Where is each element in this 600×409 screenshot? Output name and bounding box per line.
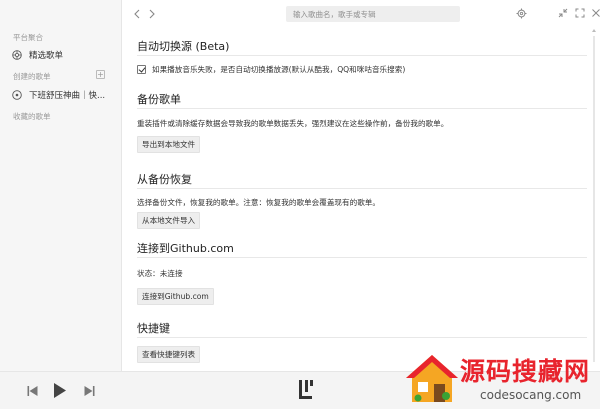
skip-previous-icon[interactable] — [27, 385, 38, 397]
scrollbar[interactable] — [591, 28, 597, 368]
github-title: 连接到Github.com — [137, 242, 234, 255]
add-playlist-button[interactable]: + — [96, 70, 105, 79]
backup-description: 重装插件或清除缓存数据会导致我的歌单数据丢失，强烈建议在这些操作前，备份我的歌单… — [137, 119, 449, 128]
divider — [137, 337, 587, 338]
chevron-left-icon[interactable] — [132, 8, 142, 20]
watermark: 源码搜藏网 codesocang.com — [402, 350, 600, 409]
restore-description: 选择备份文件，恢复我的歌单。注意：恢复我的歌单会覆盖现有的歌单。 — [137, 198, 380, 207]
gear-icon[interactable] — [516, 8, 527, 19]
sidebar-item-featured[interactable]: 精选歌单 — [12, 47, 115, 63]
settings-panel: 自动切换源 (Beta) 如果播放音乐失败，是否自动切换播放源(默认从酷我，QQ… — [137, 28, 587, 371]
shortcuts-button[interactable]: 查看快捷键列表 — [137, 346, 201, 363]
minimize-icon[interactable] — [558, 8, 568, 18]
github-connect-button[interactable]: 连接到Github.com — [137, 288, 214, 305]
divider — [137, 55, 587, 56]
auto-switch-row: 如果播放音乐失败，是否自动切换播放源(默认从酷我，QQ和咪咕音乐搜索) — [137, 64, 405, 75]
sidebar-item-featured-label: 精选歌单 — [29, 51, 64, 61]
fullscreen-icon[interactable] — [575, 8, 585, 18]
export-button[interactable]: 导出到本地文件 — [137, 136, 201, 153]
import-button[interactable]: 从本地文件导入 — [137, 212, 201, 229]
sidebar-section-platform: 平台聚合 — [13, 33, 43, 42]
app-logo-icon — [299, 380, 313, 399]
search-input[interactable] — [286, 6, 460, 22]
top-bar — [122, 0, 600, 28]
watermark-title: 源码搜藏网 — [460, 357, 591, 386]
shortcuts-title: 快捷键 — [137, 322, 170, 335]
restore-title: 从备份恢复 — [137, 173, 192, 186]
chevron-right-icon[interactable] — [147, 8, 157, 20]
divider — [137, 108, 587, 109]
backup-title: 备份歌单 — [137, 93, 181, 106]
sidebar-section-created: 创建的歌单 — [13, 72, 51, 81]
auto-switch-title: 自动切换源 (Beta) — [137, 40, 230, 53]
play-icon[interactable] — [53, 382, 67, 399]
aperture-icon — [12, 50, 22, 60]
github-status: 状态：未连接 — [137, 269, 183, 278]
close-icon[interactable] — [591, 8, 600, 18]
auto-switch-checkbox[interactable] — [137, 65, 146, 74]
divider — [137, 188, 587, 189]
sidebar: 平台聚合 精选歌单 创建的歌单 + 下班舒压神曲｜快... 收藏的歌单 — [0, 0, 122, 371]
skip-next-icon[interactable] — [84, 385, 95, 397]
sidebar-item-created-label: 下班舒压神曲｜快... — [29, 91, 106, 101]
divider — [137, 257, 587, 258]
disc-icon — [12, 90, 22, 100]
sidebar-item-created-playlist[interactable]: 下班舒压神曲｜快... — [12, 87, 115, 103]
watermark-url: codesocang.com — [480, 388, 582, 402]
auto-switch-label: 如果播放音乐失败，是否自动切换播放源(默认从酷我，QQ和咪咕音乐搜索) — [152, 65, 406, 74]
sidebar-section-collected: 收藏的歌单 — [13, 112, 51, 121]
house-logo-icon — [406, 355, 458, 402]
